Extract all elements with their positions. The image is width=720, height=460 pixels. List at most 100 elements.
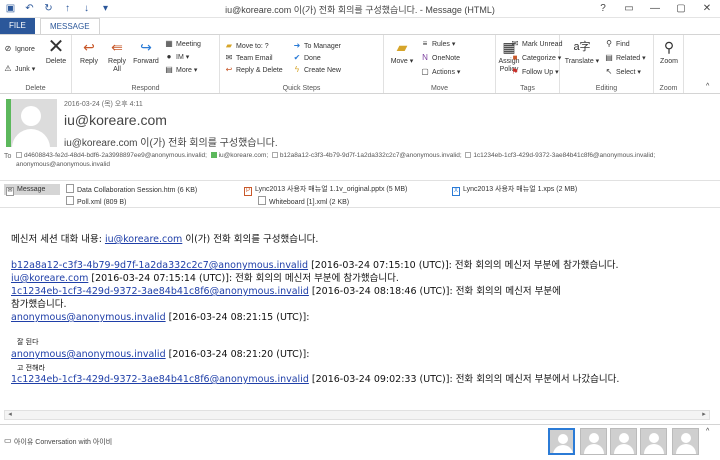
html-file-icon — [66, 184, 74, 193]
ignore-icon: ⊘ — [4, 44, 12, 53]
team-icon: ✉ — [225, 53, 233, 62]
group-label-delete: Delete — [25, 85, 46, 92]
chat-line: anonymous@anonymous.invalid [2016-03-24 … — [11, 349, 310, 360]
reply-delete-icon: ↩ — [225, 65, 233, 74]
participant-link[interactable]: b12a8a12-c3f3-4b79-9d7f-1a2da332c2c7@ano… — [11, 260, 308, 271]
group-label-zoom: Zoom — [659, 85, 678, 92]
quickstep-done[interactable]: ✔ Done — [292, 52, 321, 63]
ribbon-display-button[interactable]: ▭ — [616, 0, 642, 18]
mark-unread-button[interactable]: ✉ Mark Unread — [510, 38, 563, 49]
people-thumbnail[interactable] — [672, 428, 699, 455]
participant-link[interactable]: 1c1234eb-1cf3-429d-9372-3ae84b41c8f6@ano… — [11, 374, 309, 385]
people-thumbnail[interactable] — [640, 428, 667, 455]
collapse-ribbon-icon[interactable]: ^ — [706, 81, 709, 92]
pptx-file-icon: P — [244, 187, 252, 196]
attachment-item[interactable]: X Lync2013 사용자 매뉴얼 1.xps (2 MB) — [452, 184, 577, 196]
people-thumbnail[interactable] — [610, 428, 637, 455]
categorize-button[interactable]: ■ Categorize ▾ — [510, 52, 562, 63]
close-button[interactable]: ✕ — [694, 0, 720, 18]
scroll-left-icon[interactable]: ◂ — [5, 411, 15, 419]
quickstep-to-manager[interactable]: ➜ To Manager — [292, 40, 341, 51]
recipient[interactable]: anonymous@anonymous.invalid — [16, 161, 110, 168]
lightning-icon: ϟ — [294, 65, 300, 74]
attachment-item[interactable]: Poll.xml (809 B) — [66, 196, 126, 207]
quickstep-create-new[interactable]: ϟ Create New — [292, 64, 341, 75]
flag-icon: ⚑ — [511, 67, 519, 76]
xml-file-icon — [66, 196, 74, 205]
move-folder-icon: ▰ — [396, 39, 408, 55]
horizontal-scrollbar[interactable]: ◂ ▸ — [4, 410, 710, 420]
chat-line: 1c1234eb-1cf3-429d-9372-3ae84b41c8f6@ano… — [11, 286, 561, 297]
recipient[interactable]: b12a8a12-c3f3-4b79-9d7f-1a2da332c2c7@ano… — [271, 152, 462, 159]
actions-button[interactable]: ▢ Actions ▾ — [420, 66, 460, 77]
junk-icon: ⚠ — [4, 64, 12, 73]
rules-button[interactable]: ≡ Rules ▾ — [420, 38, 456, 49]
people-thumbnail[interactable] — [580, 428, 607, 455]
window-controls: ? ▭ — ▢ ✕ — [590, 0, 720, 18]
translate-button[interactable]: a字 Translate ▾ — [564, 38, 600, 66]
scroll-right-icon[interactable]: ▸ — [699, 411, 709, 419]
attachment-item[interactable]: P Lync2013 사용자 매뉴얼 1.1v_original.pptx (5 … — [244, 184, 407, 196]
chat-line: 1c1234eb-1cf3-429d-9372-3ae84b41c8f6@ano… — [11, 374, 620, 385]
sender-link[interactable]: iu@koreare.com — [105, 234, 182, 245]
ignore-button[interactable]: ⊘ Ignore — [3, 43, 35, 54]
people-thumbnail[interactable] — [548, 428, 575, 455]
xps-file-icon: X — [452, 187, 460, 196]
select-button[interactable]: ↖ Select ▾ — [604, 66, 641, 77]
im-button[interactable]: ● IM ▾ — [164, 51, 190, 62]
attachment-message[interactable]: ✉ Message — [4, 184, 60, 196]
reply-all-button[interactable]: ⇚ Reply All — [104, 38, 130, 74]
chat-line: iu@koreare.com [2016-03-24 07:15:14 (UTC… — [11, 273, 399, 284]
group-label-tags: Tags — [520, 85, 535, 92]
related-icon: ▤ — [605, 53, 613, 62]
move-button[interactable]: ▰ Move ▾ — [388, 38, 416, 66]
to-label: To — [4, 153, 12, 160]
attachment-item[interactable]: Data Collaboration Session.htm (6 KB) — [66, 184, 197, 195]
translate-icon: a字 — [573, 41, 591, 53]
reply-button[interactable]: ↩ Reply — [76, 38, 102, 66]
group-label-quick-steps: Quick Steps — [282, 85, 321, 92]
sent-date: 2016-03-24 (목) 오후 4:11 — [64, 101, 143, 108]
group-zoom: ⚲ Zoom Zoom — [654, 35, 684, 93]
junk-button[interactable]: ⚠ Junk ▾ — [3, 63, 35, 74]
sender-name[interactable]: iu@koreare.com — [64, 112, 167, 128]
zoom-button[interactable]: ⚲ Zoom — [656, 38, 682, 66]
expand-people-icon[interactable]: ^ — [706, 428, 709, 435]
tab-message[interactable]: MESSAGE — [40, 18, 100, 34]
attachment-item[interactable]: Whiteboard [1].xml (2 KB) — [258, 196, 349, 207]
avatar — [6, 99, 57, 147]
quickstep-team-email[interactable]: ✉ Team Email — [224, 52, 273, 63]
group-tags: ▦ Assign Policy ✉ Mark Unread ■ Categorize … — [496, 35, 563, 93]
find-button[interactable]: ⚲ Find — [604, 38, 630, 49]
related-button[interactable]: ▤ Related ▾ — [604, 52, 645, 63]
forward-icon: ↪ — [140, 39, 152, 55]
recipient[interactable]: 1c1234eb-1cf3-429d-9372-3ae84b41c8f6@ano… — [465, 152, 655, 159]
meeting-button[interactable]: ▦ Meeting — [164, 38, 201, 49]
message-subject: iu@koreare.com 이(가) 전화 회의를 구성했습니다. — [64, 138, 278, 149]
tab-file[interactable]: FILE — [0, 18, 35, 34]
participant-link[interactable]: 1c1234eb-1cf3-429d-9372-3ae84b41c8f6@ano… — [11, 286, 309, 297]
group-move: ▰ Move ▾ ≡ Rules ▾ N OneNote ▢ Actions ▾ Mov… — [384, 35, 496, 93]
quickstep-move-to[interactable]: ▰ Move to: ? — [224, 40, 269, 51]
follow-up-button[interactable]: ⚑ Follow Up ▾ — [510, 66, 558, 77]
message-window: ▣ ↶ ↻ ↑ ↓ ▾ iu@koreare.com 이(가) 전화 회의를 구… — [0, 0, 720, 460]
group-delete: ⊘ Ignore ⚠ Junk ▾ ✕ Delete Delete — [0, 35, 72, 93]
participant-link[interactable]: anonymous@anonymous.invalid — [11, 312, 166, 323]
recipient[interactable]: d4608843-fe2d-48d4-bdf6-2a3998897ee9@ano… — [16, 152, 207, 159]
more-button[interactable]: ▤ More ▾ — [164, 64, 197, 75]
help-button[interactable]: ? — [590, 0, 616, 18]
maximize-button[interactable]: ▢ — [668, 0, 694, 18]
chat-line-continued: 참가했습니다. — [11, 299, 67, 310]
forward-button[interactable]: ↪ Forward — [130, 38, 162, 66]
participant-link[interactable]: anonymous@anonymous.invalid — [11, 349, 166, 360]
xml-file-icon — [258, 196, 266, 205]
people-pane: ▭ 아이유 Conversation with 아이비 ^ — [0, 424, 720, 460]
quickstep-reply-delete[interactable]: ↩ Reply & Delete — [224, 64, 283, 75]
participant-link[interactable]: iu@koreare.com — [11, 273, 88, 284]
recipient[interactable]: iu@koreare.com; — [210, 152, 268, 159]
delete-button[interactable]: ✕ Delete — [42, 37, 70, 66]
minimize-button[interactable]: — — [642, 0, 668, 18]
onenote-button[interactable]: N OneNote — [420, 52, 460, 63]
group-editing: a字 Translate ▾ ⚲ Find ▤ Related ▾ ↖ Select ▾… — [560, 35, 654, 93]
people-pane-icon: ▭ — [4, 436, 12, 445]
